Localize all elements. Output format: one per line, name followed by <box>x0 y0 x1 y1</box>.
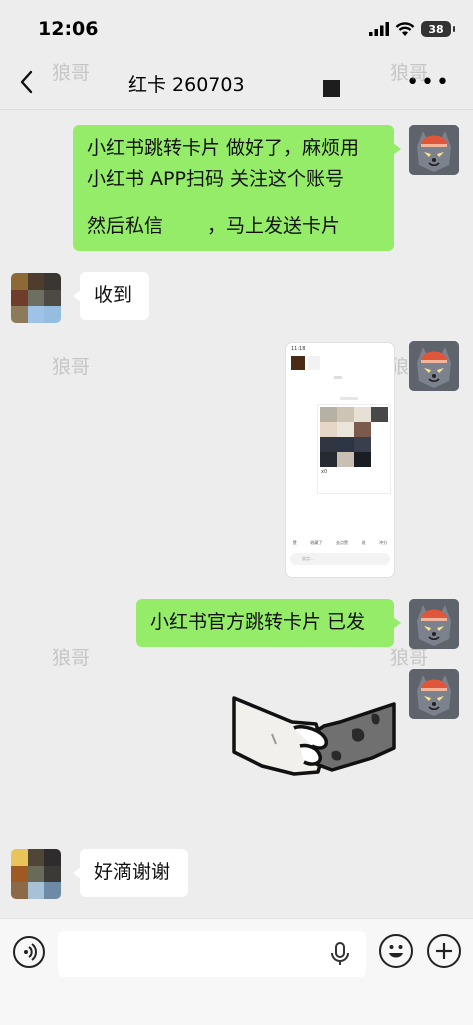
handshake-sticker-icon[interactable] <box>232 690 396 782</box>
screenshot-tab: 冲分 <box>379 540 388 545</box>
plus-icon <box>436 943 452 959</box>
watermark: 狼哥 <box>390 62 429 84</box>
screenshot-tab: 说 <box>361 540 366 545</box>
emoji-button[interactable] <box>379 934 413 968</box>
battery-icon: 38 <box>421 21 455 37</box>
battery-level: 38 <box>428 22 444 36</box>
watermark: 狼哥 <box>52 356 91 378</box>
more-functions-button[interactable] <box>427 934 461 968</box>
my-avatar[interactable] <box>409 599 459 649</box>
screenshot-redaction <box>308 356 320 370</box>
screenshot-avatar <box>291 356 305 370</box>
message-text: 收到 <box>94 284 133 306</box>
screenshot-tab: 赞 <box>292 540 297 545</box>
my-avatar[interactable] <box>409 341 459 391</box>
muted-redaction-block <box>323 80 340 97</box>
message-input[interactable] <box>58 931 366 977</box>
signal-icon <box>369 22 389 36</box>
screenshot-line <box>340 397 358 400</box>
emoji-smile-icon <box>389 945 403 958</box>
screenshot-tabs: 赞 收藏了 去点赞 说 冲分 <box>286 540 394 550</box>
contact-avatar[interactable] <box>11 273 61 323</box>
voice-mode-button[interactable] <box>13 936 45 968</box>
message-text: 好滴谢谢 <box>94 861 171 883</box>
status-icons: 38 <box>369 18 455 40</box>
message-bubble[interactable]: 小红书官方跳转卡片 已发 <box>136 599 401 647</box>
microphone-icon[interactable] <box>330 942 350 966</box>
wolf-avatar-icon <box>409 669 459 719</box>
message-line: 小红书跳转卡片 做好了，麻烦用 <box>87 137 360 159</box>
message-bubble[interactable]: 收到 <box>73 272 149 320</box>
screenshot-tab: 收藏了 <box>310 540 323 545</box>
status-time: 12:06 <box>38 18 99 40</box>
wolf-avatar-icon <box>409 341 459 391</box>
my-avatar[interactable] <box>409 125 459 175</box>
wolf-avatar-icon <box>409 599 459 649</box>
screenshot-card: x0 <box>318 405 390 493</box>
contact-avatar[interactable] <box>11 849 61 899</box>
message-line <box>87 195 380 211</box>
screenshot-line <box>334 376 342 379</box>
screenshot-input: 说点... <box>290 553 390 565</box>
screenshot-likes: x0 <box>321 469 328 475</box>
header-divider <box>0 109 473 110</box>
my-avatar[interactable] <box>409 669 459 719</box>
watermark: 狼哥 <box>52 62 91 84</box>
back-arrow-icon[interactable] <box>14 68 42 96</box>
message-bubble[interactable]: 小红书跳转卡片 做好了，麻烦用 小红书 APP扫码 关注这个账号 然后私信 ，马… <box>73 125 401 251</box>
screenshot-image[interactable]: 11:18 x0 赞 收藏了 去点赞 说 冲分 说点... <box>286 343 394 577</box>
voice-wave-icon <box>24 943 37 961</box>
chat-input-bar <box>0 918 473 1025</box>
wolf-avatar-icon <box>409 125 459 175</box>
message-line: 小红书 APP扫码 关注这个账号 <box>87 168 344 190</box>
message-line: 然后私信 ，马上发送卡片 <box>87 215 341 237</box>
watermark: 狼哥 <box>52 647 91 669</box>
message-text: 小红书官方跳转卡片 已发 <box>150 611 366 633</box>
message-bubble[interactable]: 好滴谢谢 <box>73 849 188 897</box>
chat-title: 红卡 260703 <box>128 74 245 96</box>
screenshot-time: 11:18 <box>291 346 306 352</box>
wifi-icon <box>395 21 415 36</box>
screenshot-tab: 去点赞 <box>335 540 348 545</box>
